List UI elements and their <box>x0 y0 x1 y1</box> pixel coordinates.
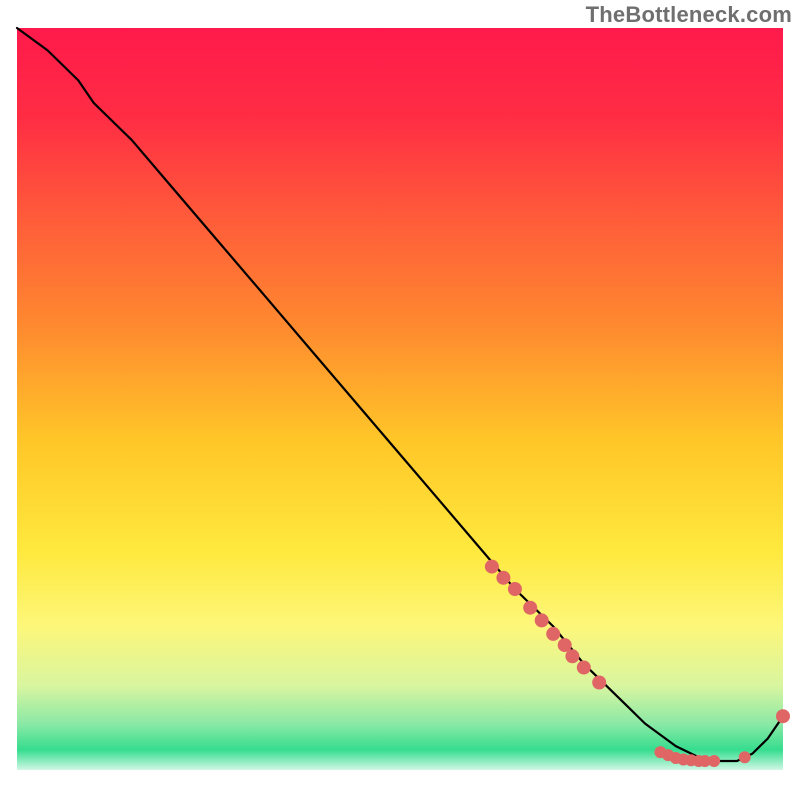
data-point <box>485 560 499 574</box>
data-point <box>565 649 579 663</box>
plot-bottom-edge <box>17 770 783 776</box>
data-point <box>546 627 560 641</box>
data-point <box>708 755 720 767</box>
data-point <box>739 751 751 763</box>
watermark-text: TheBottleneck.com <box>586 2 792 28</box>
data-point <box>535 613 549 627</box>
data-point <box>577 661 591 675</box>
data-point <box>508 582 522 596</box>
chart-root: TheBottleneck.com <box>0 0 800 800</box>
data-point <box>776 709 790 723</box>
series-highlight-point-end <box>776 709 790 723</box>
data-point <box>523 601 537 615</box>
data-point <box>496 571 510 585</box>
data-point <box>592 676 606 690</box>
chart-svg <box>0 0 800 800</box>
